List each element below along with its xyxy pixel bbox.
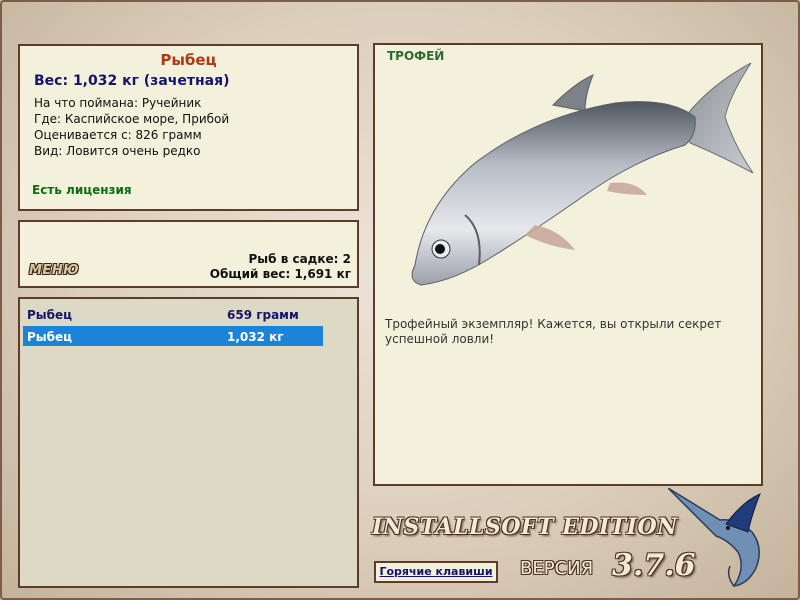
rarity-line: Вид: Ловится очень редко bbox=[34, 144, 201, 158]
fish-weight: Вес: 1,032 кг (зачетная) bbox=[34, 73, 230, 89]
fish-count: Рыб в садке: 2 bbox=[248, 252, 352, 266]
catch-list-panel: Рыбец 659 грамм Рыбец 1,032 кг bbox=[18, 297, 359, 588]
trophy-label: ТРОФЕЙ bbox=[387, 49, 445, 63]
total-weight: Общий вес: 1,691 кг bbox=[209, 267, 351, 281]
trophy-panel: ТРОФЕЙ Трофейный экземпляр! Кажется, вы … bbox=[373, 43, 763, 486]
fish-name-title: Рыбец bbox=[160, 51, 217, 69]
trophy-description: Трофейный экземпляр! Кажется, вы открыли… bbox=[385, 317, 722, 346]
catch-list-item[interactable]: Рыбец 659 грамм bbox=[23, 304, 323, 324]
catch-item-name: Рыбец bbox=[27, 308, 73, 322]
keepnet-stats-panel: МЕНЮ Рыб в садке: 2 Общий вес: 1,691 кг bbox=[18, 220, 359, 288]
hotkeys-button[interactable]: Горячие клавиши bbox=[374, 561, 498, 583]
version-label: ВЕРСИЯ bbox=[520, 558, 594, 579]
bait-line: На что поймана: Ручейник bbox=[34, 96, 202, 110]
fish-info-panel: Рыбец Вес: 1,032 кг (зачетная) На что по… bbox=[18, 44, 359, 211]
catch-item-weight: 1,032 кг bbox=[227, 330, 284, 344]
edition-title: INSTALLSOFT EDITION bbox=[372, 514, 678, 540]
valuation-line: Оценивается с: 826 грамм bbox=[34, 128, 202, 142]
catch-item-name: Рыбец bbox=[27, 330, 73, 344]
catch-list-item-selected[interactable]: Рыбец 1,032 кг bbox=[23, 326, 323, 346]
roach-fish-image bbox=[411, 62, 754, 286]
license-status: Есть лицензия bbox=[32, 183, 132, 197]
marlin-logo-icon bbox=[668, 488, 761, 587]
location-line: Где: Каспийское море, Прибой bbox=[34, 112, 230, 126]
catch-item-weight: 659 грамм bbox=[227, 308, 299, 322]
menu-button[interactable]: МЕНЮ bbox=[29, 263, 79, 278]
